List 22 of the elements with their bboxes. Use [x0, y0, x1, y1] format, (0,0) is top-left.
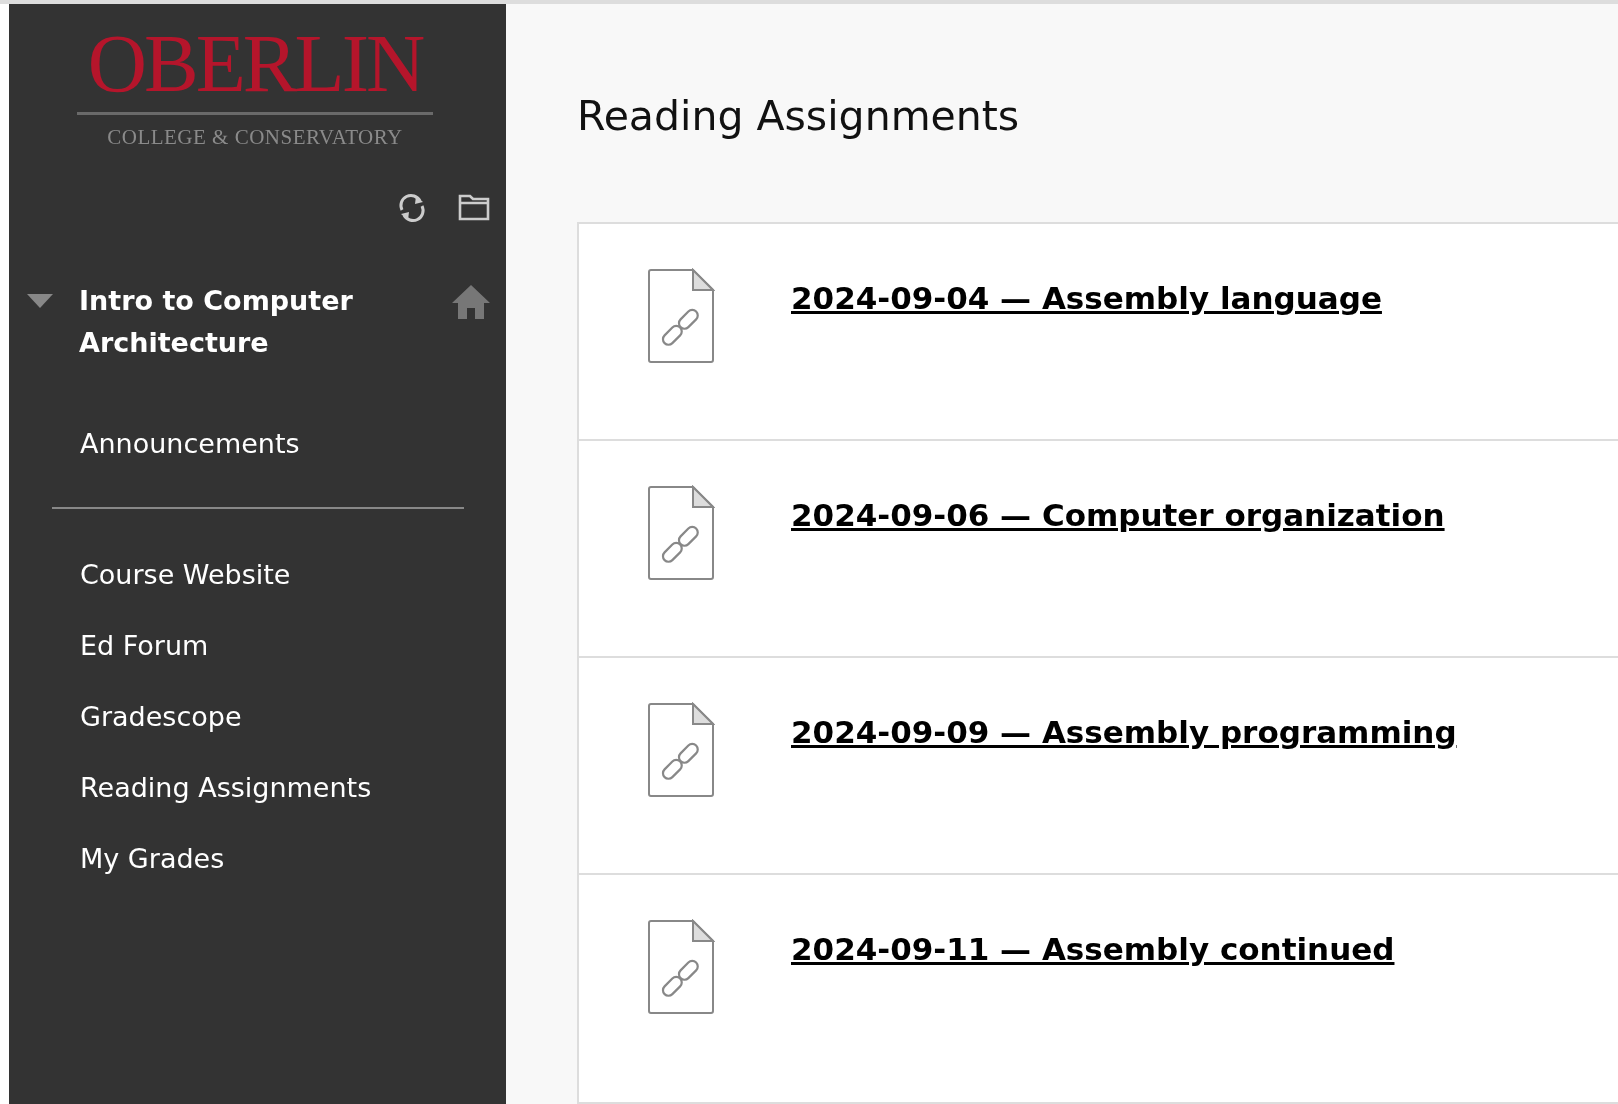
item-link[interactable]: 2024-09-04 — Assembly language [791, 280, 1382, 316]
sidebar-item[interactable]: Announcements [9, 408, 506, 479]
sidebar-item[interactable]: Reading Assignments [52, 752, 464, 823]
collapse-caret-icon[interactable] [27, 294, 53, 310]
item-link[interactable]: 2024-09-09 — Assembly programming [791, 714, 1457, 750]
course-title[interactable]: Intro to Computer Architecture [79, 280, 452, 364]
link-document-icon [647, 485, 715, 581]
logo-wordmark: OBERLIN [87, 24, 423, 104]
sidebar-item[interactable]: My Grades [52, 823, 464, 894]
folder-icon[interactable] [458, 192, 490, 222]
link-document-icon [647, 268, 715, 364]
sidebar-item[interactable]: Course Website [52, 539, 464, 610]
home-icon[interactable] [452, 284, 490, 320]
item-link[interactable]: 2024-09-11 — Assembly continued [791, 931, 1395, 967]
link-document-icon [647, 702, 715, 798]
link-document-icon [647, 919, 715, 1015]
sidebar-item[interactable]: Gradescope [52, 681, 464, 752]
item-link[interactable]: 2024-09-06 — Computer organization [791, 497, 1445, 533]
page-title: Reading Assignments [577, 91, 1021, 142]
sidebar-item[interactable]: Ed Forum [52, 610, 464, 681]
refresh-icon[interactable] [396, 192, 428, 224]
logo-subtitle: COLLEGE & CONSERVATORY [107, 125, 403, 150]
